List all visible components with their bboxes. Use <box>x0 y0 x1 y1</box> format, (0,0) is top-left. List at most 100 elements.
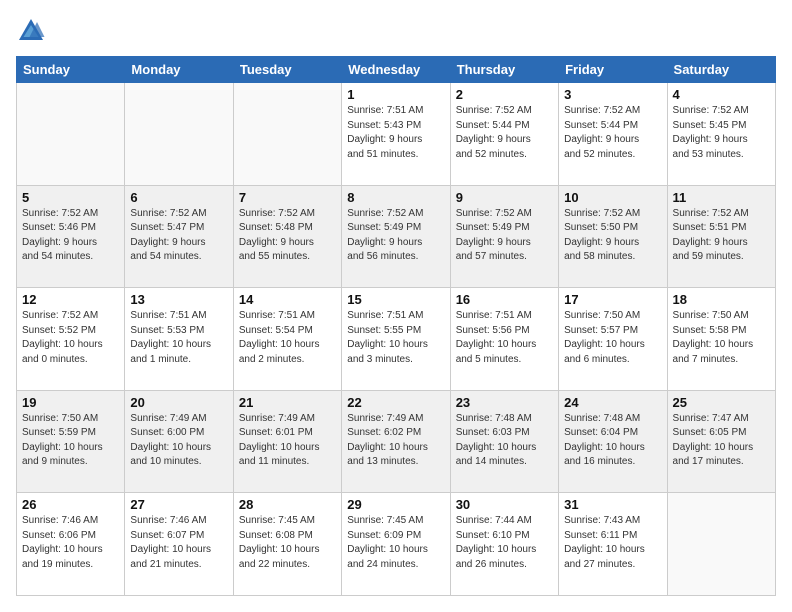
calendar-cell: 30 Sunrise: 7:44 AM Sunset: 6:10 PM Dayli… <box>450 493 558 596</box>
day-number: 5 <box>22 190 119 205</box>
week-row-4: 19 Sunrise: 7:50 AM Sunset: 5:59 PM Dayli… <box>17 390 776 493</box>
calendar-cell: 20 Sunrise: 7:49 AM Sunset: 6:00 PM Dayli… <box>125 390 233 493</box>
calendar-cell: 22 Sunrise: 7:49 AM Sunset: 6:02 PM Dayli… <box>342 390 450 493</box>
col-header-friday: Friday <box>559 57 667 83</box>
calendar-cell: 10Sunrise: 7:52 AM Sunset: 5:50 PM Dayli… <box>559 185 667 288</box>
calendar-cell: 26 Sunrise: 7:46 AM Sunset: 6:06 PM Dayli… <box>17 493 125 596</box>
calendar-cell <box>125 83 233 186</box>
week-row-1: 1 Sunrise: 7:51 AM Sunset: 5:43 PM Daylig… <box>17 83 776 186</box>
day-number: 20 <box>130 395 227 410</box>
calendar-cell <box>233 83 341 186</box>
day-detail: Sunrise: 7:50 AM Sunset: 5:57 PM Dayligh… <box>564 309 661 367</box>
col-header-thursday: Thursday <box>450 57 558 83</box>
col-header-saturday: Saturday <box>667 57 775 83</box>
calendar-cell: 13Sunrise: 7:51 AM Sunset: 5:53 PM Dayli… <box>125 288 233 391</box>
calendar-cell: 14 Sunrise: 7:51 AM Sunset: 5:54 PM Dayli… <box>233 288 341 391</box>
day-number: 26 <box>22 497 119 512</box>
day-detail: Sunrise: 7:44 AM Sunset: 6:10 PM Dayligh… <box>456 514 553 572</box>
calendar-cell: 31 Sunrise: 7:43 AM Sunset: 6:11 PM Dayli… <box>559 493 667 596</box>
day-detail: Sunrise: 7:52 AM Sunset: 5:51 PM Dayligh… <box>673 207 770 265</box>
calendar-cell: 19 Sunrise: 7:50 AM Sunset: 5:59 PM Dayli… <box>17 390 125 493</box>
day-number: 9 <box>456 190 553 205</box>
day-number: 28 <box>239 497 336 512</box>
day-number: 10 <box>564 190 661 205</box>
day-number: 6 <box>130 190 227 205</box>
calendar-cell: 28 Sunrise: 7:45 AM Sunset: 6:08 PM Dayli… <box>233 493 341 596</box>
day-detail: Sunrise: 7:47 AM Sunset: 6:05 PM Dayligh… <box>673 412 770 470</box>
calendar-cell <box>667 493 775 596</box>
day-number: 18 <box>673 292 770 307</box>
calendar-cell: 16 Sunrise: 7:51 AM Sunset: 5:56 PM Dayli… <box>450 288 558 391</box>
day-number: 30 <box>456 497 553 512</box>
calendar-cell: 2 Sunrise: 7:52 AM Sunset: 5:44 PM Daylig… <box>450 83 558 186</box>
header <box>16 16 776 46</box>
day-number: 14 <box>239 292 336 307</box>
day-number: 25 <box>673 395 770 410</box>
calendar-cell: 17 Sunrise: 7:50 AM Sunset: 5:57 PM Dayli… <box>559 288 667 391</box>
calendar-cell: 27 Sunrise: 7:46 AM Sunset: 6:07 PM Dayli… <box>125 493 233 596</box>
day-number: 23 <box>456 395 553 410</box>
col-header-monday: Monday <box>125 57 233 83</box>
logo-icon <box>16 16 46 46</box>
calendar-cell: 9 Sunrise: 7:52 AM Sunset: 5:49 PM Daylig… <box>450 185 558 288</box>
day-detail: Sunrise: 7:52 AM Sunset: 5:47 PM Dayligh… <box>130 207 227 265</box>
calendar-cell <box>17 83 125 186</box>
day-detail: Sunrise: 7:52 AM Sunset: 5:49 PM Dayligh… <box>347 207 444 265</box>
day-detail: Sunrise: 7:51 AM Sunset: 5:54 PM Dayligh… <box>239 309 336 367</box>
day-detail: Sunrise: 7:52 AM Sunset: 5:44 PM Dayligh… <box>564 104 661 162</box>
day-detail: Sunrise: 7:49 AM Sunset: 6:01 PM Dayligh… <box>239 412 336 470</box>
day-detail: Sunrise: 7:48 AM Sunset: 6:04 PM Dayligh… <box>564 412 661 470</box>
calendar-cell: 4 Sunrise: 7:52 AM Sunset: 5:45 PM Daylig… <box>667 83 775 186</box>
col-header-tuesday: Tuesday <box>233 57 341 83</box>
day-number: 19 <box>22 395 119 410</box>
day-number: 17 <box>564 292 661 307</box>
day-detail: Sunrise: 7:43 AM Sunset: 6:11 PM Dayligh… <box>564 514 661 572</box>
page: SundayMondayTuesdayWednesdayThursdayFrid… <box>0 0 792 612</box>
calendar-cell: 18 Sunrise: 7:50 AM Sunset: 5:58 PM Dayli… <box>667 288 775 391</box>
day-detail: Sunrise: 7:52 AM Sunset: 5:45 PM Dayligh… <box>673 104 770 162</box>
day-detail: Sunrise: 7:51 AM Sunset: 5:56 PM Dayligh… <box>456 309 553 367</box>
day-number: 8 <box>347 190 444 205</box>
day-number: 31 <box>564 497 661 512</box>
col-header-wednesday: Wednesday <box>342 57 450 83</box>
day-number: 16 <box>456 292 553 307</box>
day-number: 11 <box>673 190 770 205</box>
day-detail: Sunrise: 7:52 AM Sunset: 5:44 PM Dayligh… <box>456 104 553 162</box>
day-number: 27 <box>130 497 227 512</box>
day-detail: Sunrise: 7:50 AM Sunset: 5:58 PM Dayligh… <box>673 309 770 367</box>
day-number: 3 <box>564 87 661 102</box>
calendar-cell: 6 Sunrise: 7:52 AM Sunset: 5:47 PM Daylig… <box>125 185 233 288</box>
day-headers-row: SundayMondayTuesdayWednesdayThursdayFrid… <box>17 57 776 83</box>
day-number: 15 <box>347 292 444 307</box>
week-row-5: 26 Sunrise: 7:46 AM Sunset: 6:06 PM Dayli… <box>17 493 776 596</box>
day-detail: Sunrise: 7:45 AM Sunset: 6:08 PM Dayligh… <box>239 514 336 572</box>
calendar-cell: 12Sunrise: 7:52 AM Sunset: 5:52 PM Dayli… <box>17 288 125 391</box>
calendar-cell: 5 Sunrise: 7:52 AM Sunset: 5:46 PM Daylig… <box>17 185 125 288</box>
day-detail: Sunrise: 7:52 AM Sunset: 5:46 PM Dayligh… <box>22 207 119 265</box>
day-detail: Sunrise: 7:45 AM Sunset: 6:09 PM Dayligh… <box>347 514 444 572</box>
day-number: 4 <box>673 87 770 102</box>
col-header-sunday: Sunday <box>17 57 125 83</box>
calendar-cell: 24Sunrise: 7:48 AM Sunset: 6:04 PM Dayli… <box>559 390 667 493</box>
day-number: 1 <box>347 87 444 102</box>
day-detail: Sunrise: 7:52 AM Sunset: 5:48 PM Dayligh… <box>239 207 336 265</box>
calendar-cell: 25 Sunrise: 7:47 AM Sunset: 6:05 PM Dayli… <box>667 390 775 493</box>
day-detail: Sunrise: 7:51 AM Sunset: 5:43 PM Dayligh… <box>347 104 444 162</box>
day-detail: Sunrise: 7:50 AM Sunset: 5:59 PM Dayligh… <box>22 412 119 470</box>
day-detail: Sunrise: 7:52 AM Sunset: 5:49 PM Dayligh… <box>456 207 553 265</box>
day-detail: Sunrise: 7:46 AM Sunset: 6:06 PM Dayligh… <box>22 514 119 572</box>
calendar-cell: 11 Sunrise: 7:52 AM Sunset: 5:51 PM Dayli… <box>667 185 775 288</box>
day-number: 22 <box>347 395 444 410</box>
calendar-cell: 23Sunrise: 7:48 AM Sunset: 6:03 PM Dayli… <box>450 390 558 493</box>
day-detail: Sunrise: 7:49 AM Sunset: 6:00 PM Dayligh… <box>130 412 227 470</box>
calendar-cell: 3 Sunrise: 7:52 AM Sunset: 5:44 PM Daylig… <box>559 83 667 186</box>
day-detail: Sunrise: 7:51 AM Sunset: 5:53 PM Dayligh… <box>130 309 227 367</box>
calendar-table: SundayMondayTuesdayWednesdayThursdayFrid… <box>16 56 776 596</box>
calendar-cell: 8 Sunrise: 7:52 AM Sunset: 5:49 PM Daylig… <box>342 185 450 288</box>
day-detail: Sunrise: 7:46 AM Sunset: 6:07 PM Dayligh… <box>130 514 227 572</box>
day-detail: Sunrise: 7:49 AM Sunset: 6:02 PM Dayligh… <box>347 412 444 470</box>
week-row-3: 12Sunrise: 7:52 AM Sunset: 5:52 PM Dayli… <box>17 288 776 391</box>
day-detail: Sunrise: 7:51 AM Sunset: 5:55 PM Dayligh… <box>347 309 444 367</box>
day-number: 2 <box>456 87 553 102</box>
day-number: 7 <box>239 190 336 205</box>
